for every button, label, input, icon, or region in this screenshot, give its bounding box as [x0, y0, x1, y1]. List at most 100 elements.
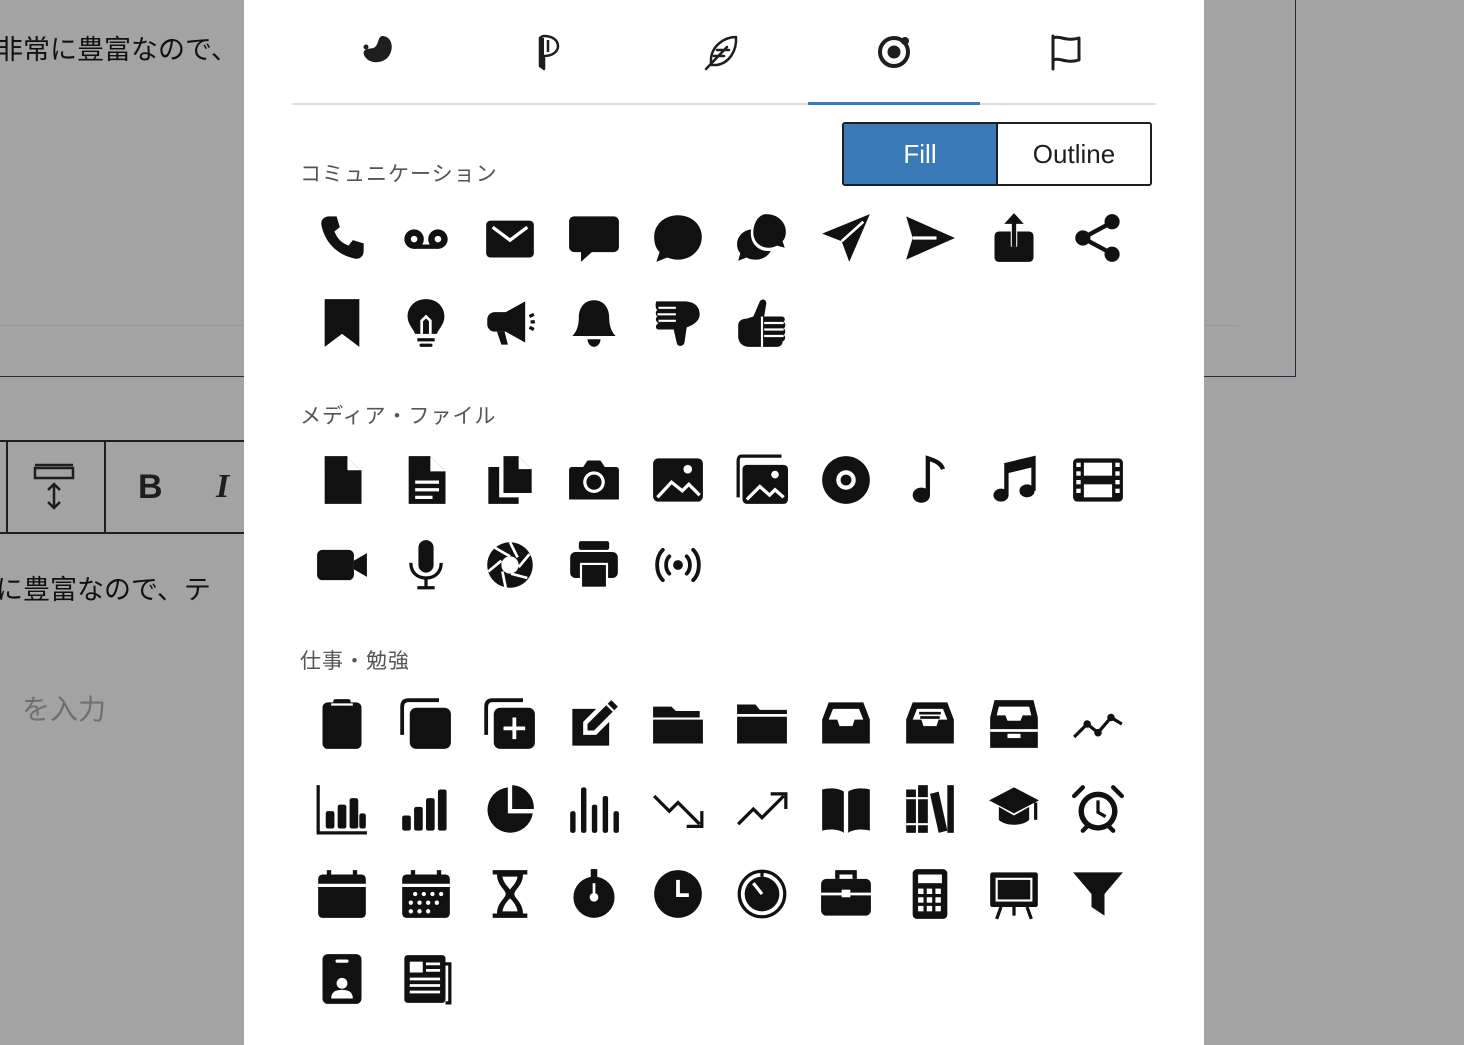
- line-height-icon[interactable]: [32, 462, 76, 514]
- icon-option[interactable]: [804, 681, 888, 766]
- icon-option[interactable]: [888, 437, 972, 522]
- clipboard-icon: [322, 698, 362, 749]
- icon-option[interactable]: [972, 437, 1056, 522]
- tab-icon-set-1[interactable]: [292, 0, 464, 104]
- files-icon: [488, 455, 532, 504]
- icon-option[interactable]: [468, 437, 552, 522]
- tab-icon-set-2[interactable]: [464, 0, 636, 104]
- icon-option[interactable]: [384, 851, 468, 936]
- icon-option[interactable]: [1056, 851, 1140, 936]
- icon-option[interactable]: [636, 522, 720, 607]
- icon-option[interactable]: [972, 851, 1056, 936]
- icon-option[interactable]: [720, 681, 804, 766]
- icon-option[interactable]: [636, 437, 720, 522]
- icon-option[interactable]: [552, 280, 636, 365]
- images-icon: [736, 454, 788, 504]
- tab-icon-set-3[interactable]: [636, 0, 808, 104]
- alarm-clock-icon: [1072, 784, 1124, 833]
- paragraph-text-mid: に豊富なので、テ: [0, 575, 211, 606]
- icon-option[interactable]: [384, 437, 468, 522]
- outline-style-button[interactable]: Outline: [998, 124, 1150, 184]
- folder-icon: [737, 704, 787, 743]
- icon-option[interactable]: [1056, 437, 1140, 522]
- bold-button[interactable]: B: [138, 468, 163, 507]
- icon-option[interactable]: [552, 522, 636, 607]
- archive-box-icon: [990, 699, 1038, 748]
- share-upload-icon: [994, 212, 1034, 262]
- copy-icon: [400, 697, 451, 749]
- icon-option[interactable]: [636, 681, 720, 766]
- icon-option[interactable]: [888, 851, 972, 936]
- toolbar-separator: [6, 442, 8, 534]
- icon-option[interactable]: [720, 280, 804, 365]
- icon-option[interactable]: [468, 195, 552, 280]
- file-text-icon: [408, 455, 446, 504]
- icon-option[interactable]: [552, 195, 636, 280]
- icon-option[interactable]: [720, 851, 804, 936]
- icon-option[interactable]: [384, 522, 468, 607]
- graduation-cap-icon: [989, 786, 1039, 825]
- icon-option[interactable]: [468, 851, 552, 936]
- icon-option[interactable]: [300, 522, 384, 607]
- file-icon: [324, 455, 362, 504]
- icon-option[interactable]: [300, 195, 384, 280]
- icon-option[interactable]: [720, 437, 804, 522]
- icon-option[interactable]: [636, 766, 720, 851]
- line-chart-icon: [1073, 713, 1123, 738]
- icon-option[interactable]: [300, 936, 384, 1021]
- icon-option[interactable]: [384, 681, 468, 766]
- icon-option[interactable]: [552, 851, 636, 936]
- icon-option[interactable]: [300, 766, 384, 851]
- icon-option[interactable]: [300, 437, 384, 522]
- icon-option[interactable]: [888, 681, 972, 766]
- hourglass-icon: [492, 869, 528, 918]
- icon-option[interactable]: [300, 681, 384, 766]
- briefcase-icon: [821, 869, 871, 916]
- icon-option[interactable]: [636, 851, 720, 936]
- printer-icon: [570, 540, 618, 589]
- calendar-blank-icon: [318, 869, 366, 918]
- microphone-icon: [409, 539, 443, 589]
- fill-style-button[interactable]: Fill: [844, 124, 998, 184]
- icon-option[interactable]: [384, 195, 468, 280]
- icon-option[interactable]: [1056, 195, 1140, 280]
- icon-option[interactable]: [804, 437, 888, 522]
- icon-option[interactable]: [552, 681, 636, 766]
- tab-icon-set-5[interactable]: [980, 0, 1152, 104]
- mail-icon: [486, 220, 534, 257]
- icon-option[interactable]: [468, 681, 552, 766]
- icon-option[interactable]: [300, 851, 384, 936]
- icon-option[interactable]: [972, 766, 1056, 851]
- icon-option[interactable]: [888, 766, 972, 851]
- icon-option[interactable]: [888, 195, 972, 280]
- icon-option[interactable]: [1056, 766, 1140, 851]
- icon-option[interactable]: [552, 437, 636, 522]
- icon-option[interactable]: [636, 280, 720, 365]
- tab-icon-set-4[interactable]: [808, 0, 980, 105]
- icon-option[interactable]: [804, 766, 888, 851]
- icon-option[interactable]: [804, 195, 888, 280]
- italic-button[interactable]: I: [216, 468, 229, 506]
- icon-option[interactable]: [384, 936, 468, 1021]
- icon-option[interactable]: [972, 195, 1056, 280]
- signal-bars-icon: [402, 789, 447, 831]
- icon-option[interactable]: [552, 766, 636, 851]
- icon-option[interactable]: [636, 195, 720, 280]
- icon-option[interactable]: [972, 681, 1056, 766]
- trend-down-icon: [653, 794, 704, 828]
- icon-option[interactable]: [468, 522, 552, 607]
- megaphone-icon: [487, 300, 535, 345]
- icon-option[interactable]: [384, 766, 468, 851]
- icon-option[interactable]: [720, 195, 804, 280]
- icon-option[interactable]: [468, 766, 552, 851]
- icon-option[interactable]: [720, 766, 804, 851]
- icon-option[interactable]: [1056, 681, 1140, 766]
- icon-option[interactable]: [300, 280, 384, 365]
- books-icon: [906, 784, 954, 833]
- timer-icon: [737, 869, 787, 918]
- icon-option[interactable]: [468, 280, 552, 365]
- icon-option[interactable]: [384, 280, 468, 365]
- icon-option[interactable]: [804, 851, 888, 936]
- disc-icon: [822, 455, 870, 504]
- section-title-media-files: メディア・ファイル: [300, 404, 497, 428]
